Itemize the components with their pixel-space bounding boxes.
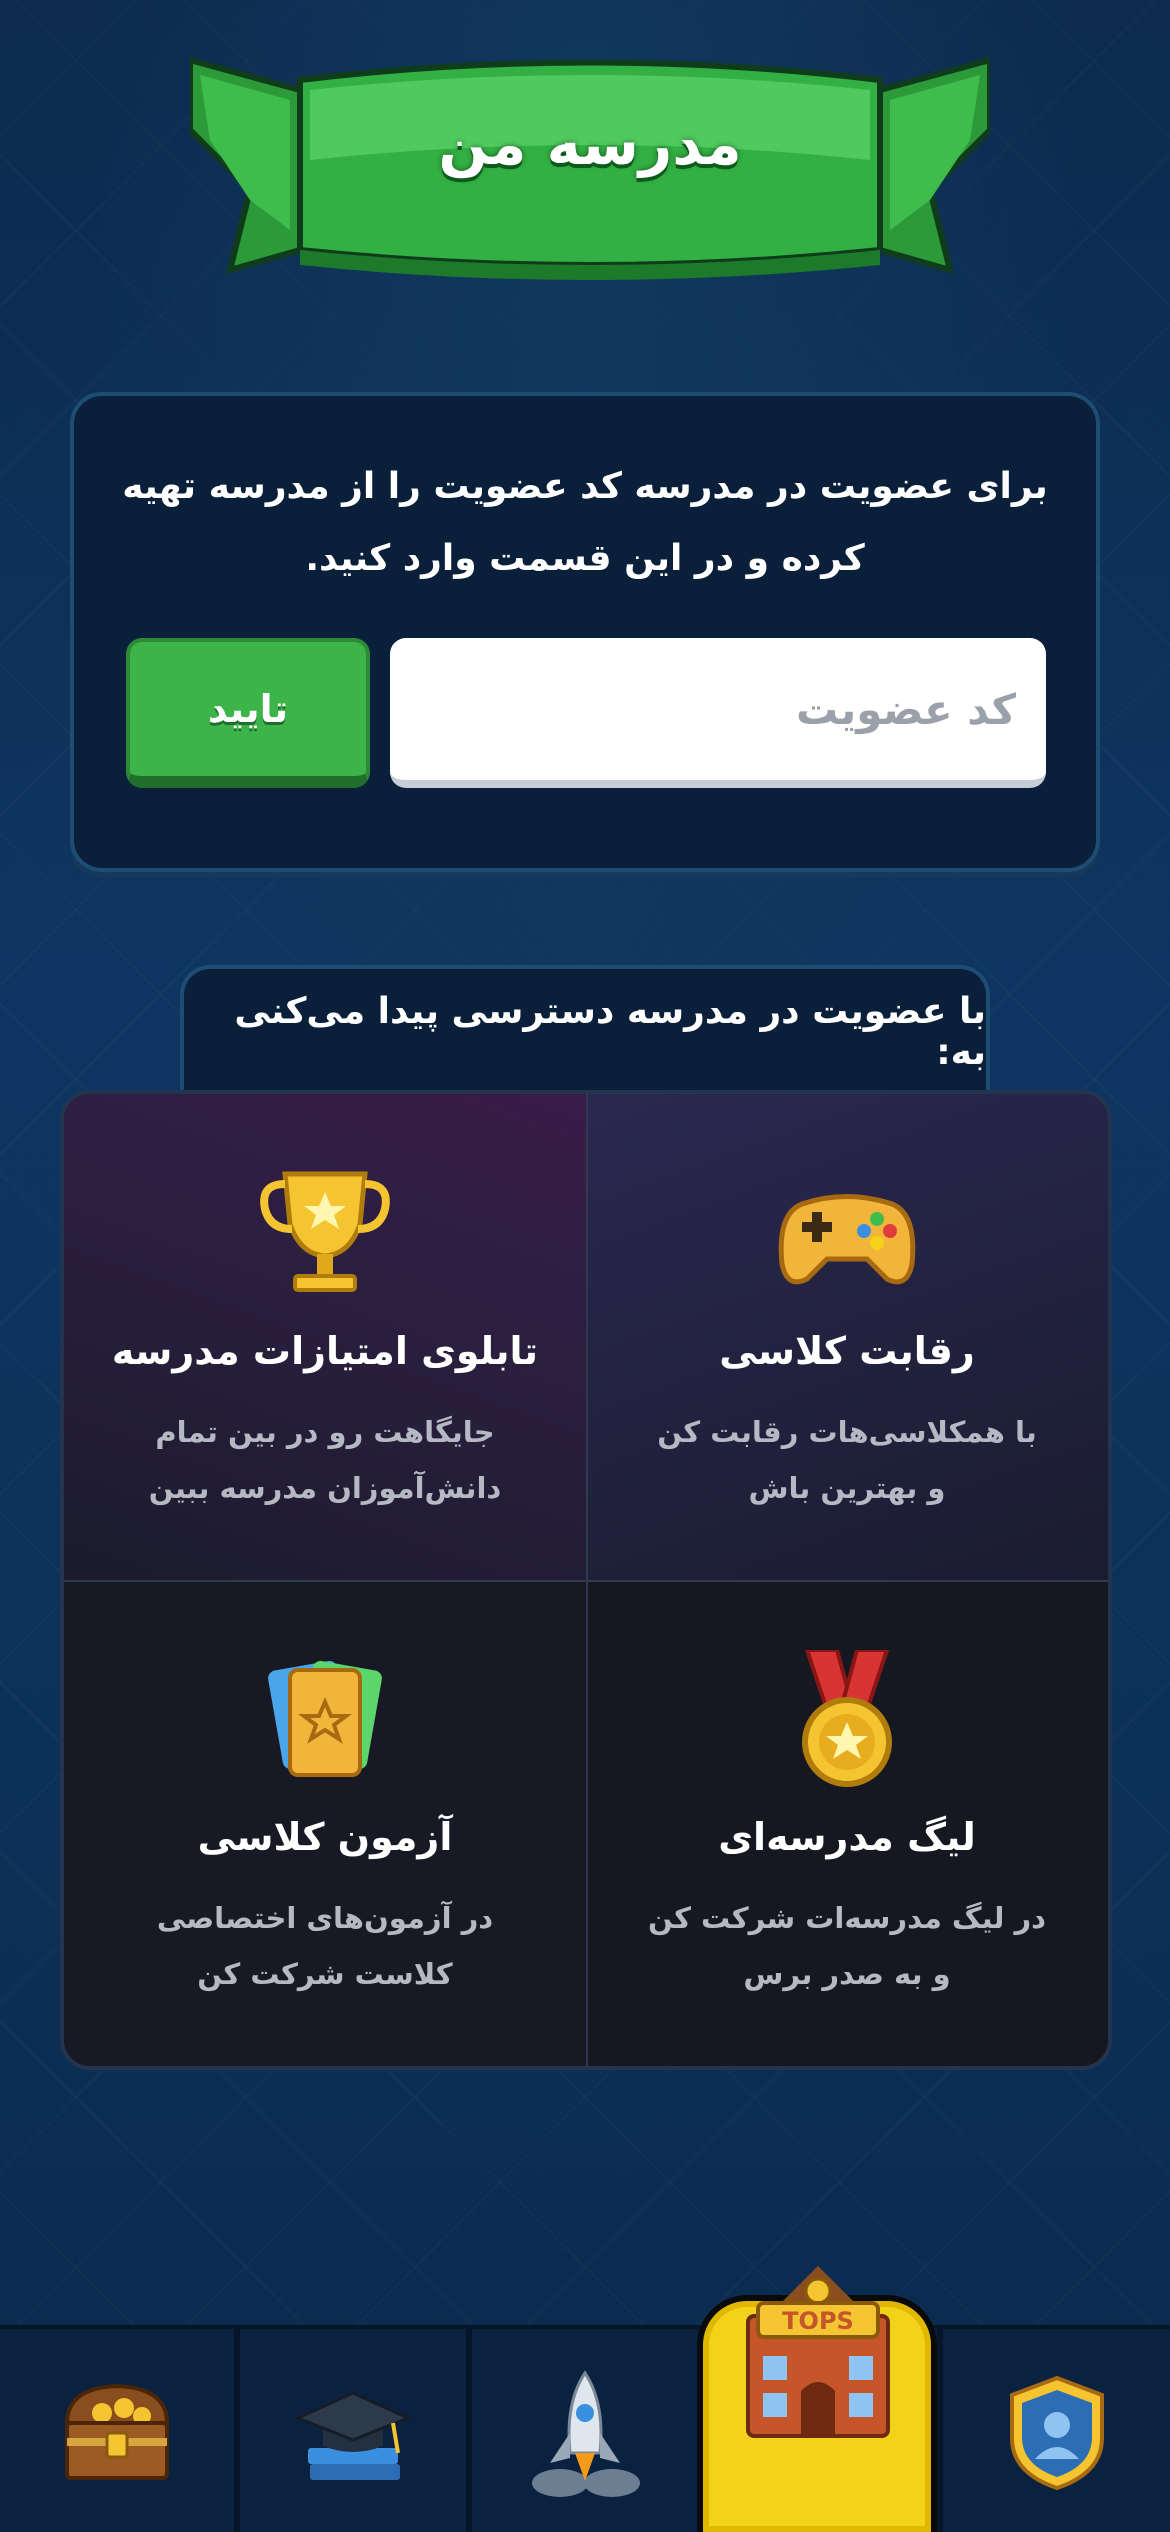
- cards-icon: [268, 1660, 382, 1777]
- nav-item-rocket[interactable]: [472, 2329, 697, 2532]
- benefit-school-leaderboard: تابلوی امتیازات مدرسه جایگاهت رو در بین …: [64, 1094, 586, 1580]
- benefit-title: آزمون کلاسی: [197, 1815, 453, 1859]
- membership-code-input[interactable]: کد عضویت: [390, 638, 1046, 788]
- bottom-nav: [0, 2325, 1170, 2532]
- benefit-desc: در آزمون‌های اختصاصی کلاست شرکت کن: [156, 1901, 494, 1991]
- tops-badge: TOPS: [782, 2307, 854, 2335]
- grid-divider-horizontal: [64, 1580, 1108, 1582]
- nav-item-education[interactable]: [240, 2329, 472, 2532]
- benefit-title: تابلوی امتیازات مدرسه: [111, 1329, 539, 1373]
- school-building-icon: TOPS: [746, 2266, 890, 2438]
- benefit-title: لیگ مدرسه‌ای: [718, 1815, 976, 1859]
- benefit-desc: جایگاهت رو در بین تمام دانش‌آموزان مدرسه…: [148, 1415, 502, 1505]
- trophy-icon: [260, 1171, 390, 1292]
- confirm-button[interactable]: تایید: [126, 638, 370, 788]
- rocket-icon: [531, 2369, 640, 2497]
- nav-item-treasure[interactable]: [0, 2329, 240, 2532]
- benefit-desc: با همکلاسی‌هات رقابت کن و بهترین باش: [657, 1415, 1037, 1505]
- page-title: مدرسه من: [438, 110, 742, 178]
- join-school-card: برای عضویت در مدرسه کد عضویت را از مدرسه…: [70, 392, 1100, 872]
- benefits-grid: رقابت کلاسی با همکلاسی‌هات رقابت کن و به…: [60, 1090, 1112, 2070]
- nav-item-school-active[interactable]: TOPS: [697, 2266, 937, 2532]
- medal-icon: [802, 1650, 892, 1787]
- benefits-header: با عضویت در مدرسه دسترسی پیدا می‌کنی به:: [180, 965, 990, 1095]
- benefit-class-exam: آزمون کلاسی در آزمون‌های اختصاصی کلاست ش…: [64, 1580, 586, 2066]
- nav-item-profile[interactable]: [937, 2329, 1170, 2532]
- membership-code-placeholder: کد عضویت: [796, 684, 1016, 734]
- gamepad-icon: [778, 1194, 916, 1285]
- benefit-desc: در لیگ مدرسه‌ات شرکت کن و به صدر برس: [647, 1901, 1047, 1991]
- benefit-school-league: لیگ مدرسه‌ای در لیگ مدرسه‌ات شرکت کن و ب…: [586, 1580, 1108, 2066]
- graduation-cap-icon: [294, 2390, 412, 2480]
- benefit-class-competition: رقابت کلاسی با همکلاسی‌هات رقابت کن و به…: [586, 1094, 1108, 1580]
- benefit-title: رقابت کلاسی: [719, 1329, 975, 1373]
- title-banner: مدرسه من: [187, 50, 993, 290]
- treasure-chest-icon: [64, 2383, 170, 2480]
- profile-shield-icon: [1009, 2375, 1104, 2490]
- join-instruction: برای عضویت در مدرسه کد عضویت را از مدرسه…: [122, 466, 1048, 579]
